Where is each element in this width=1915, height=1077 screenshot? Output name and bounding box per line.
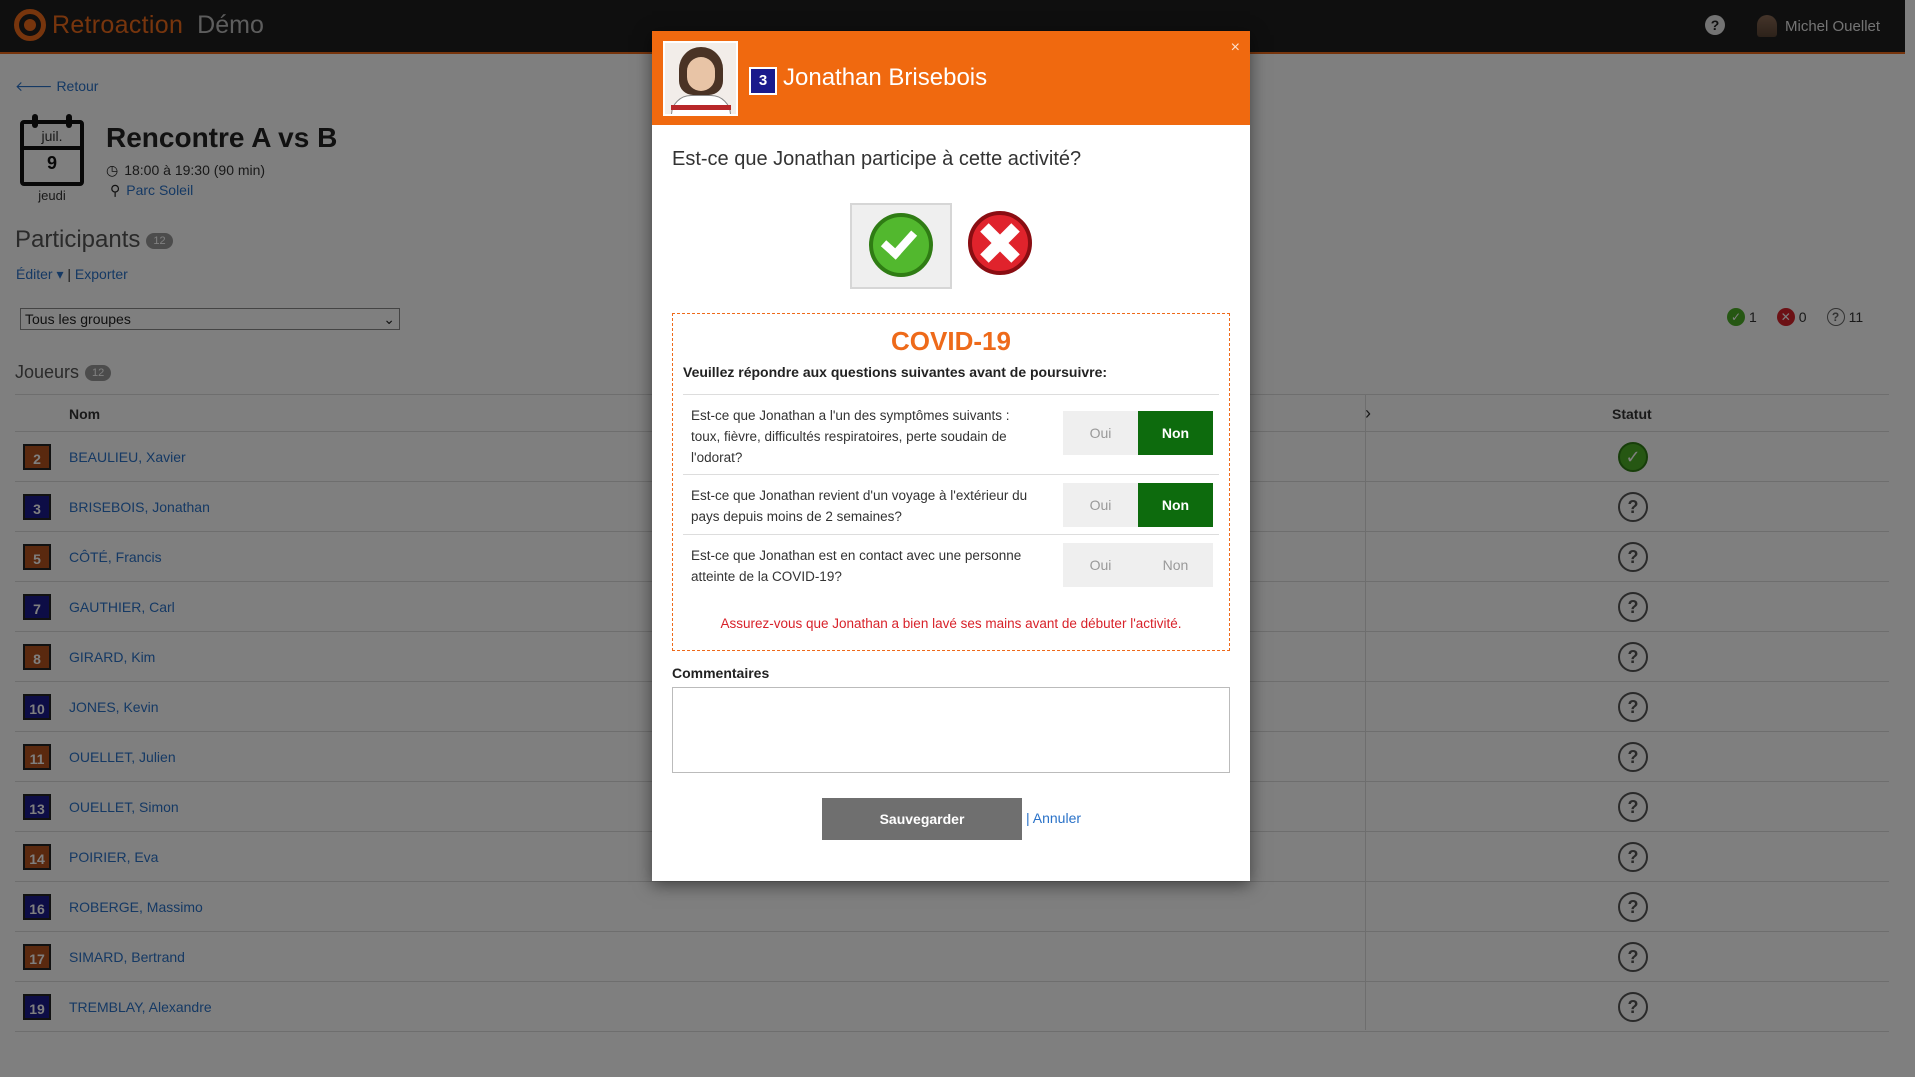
oui-button[interactable]: Oui (1063, 543, 1138, 587)
covid-question-row: Est-ce que Jonathan revient d'un voyage … (683, 474, 1219, 534)
comments-label: Commentaires (672, 665, 770, 681)
covid-question-text: Est-ce que Jonathan est en contact avec … (691, 548, 1022, 584)
photo-face (687, 57, 715, 91)
modal-header: 3 Jonathan Brisebois × (652, 31, 1250, 125)
save-button[interactable]: Sauvegarder (822, 798, 1022, 840)
covid-question-row: Est-ce que Jonathan a l'un des symptômes… (683, 394, 1219, 474)
photo-shirt-stripe (671, 105, 731, 110)
comments-field[interactable] (672, 687, 1230, 773)
yes-no-toggle: Oui Non (1063, 483, 1213, 527)
covid-title: COVID-19 (891, 326, 1011, 356)
covid-question-text: Est-ce que Jonathan a l'un des symptômes… (691, 408, 1010, 465)
non-button[interactable]: Non (1138, 483, 1213, 527)
yes-choice-button[interactable] (850, 203, 952, 289)
covid-question-list: Est-ce que Jonathan a l'un des symptômes… (683, 394, 1219, 594)
yes-no-toggle: Oui Non (1063, 411, 1213, 455)
handwash-warning: Assurez-vous que Jonathan a bien lavé se… (720, 616, 1182, 631)
covid-questionnaire: COVID-19 Veuillez répondre aux questions… (672, 313, 1230, 651)
attendance-modal: 3 Jonathan Brisebois × Est-ce que Jonath… (652, 31, 1250, 881)
checkmark-glyph (880, 222, 918, 260)
cancel-link-wrap: | Annuler (1026, 810, 1081, 826)
covid-question-text: Est-ce que Jonathan revient d'un voyage … (691, 488, 1028, 524)
oui-button[interactable]: Oui (1063, 483, 1138, 527)
check-circle-icon (869, 213, 933, 277)
covid-subtitle: Veuillez répondre aux questions suivante… (683, 364, 1108, 380)
player-name: Jonathan Brisebois (783, 64, 988, 91)
player-number-badge: 3 (749, 67, 777, 95)
cancel-separator: | (1026, 810, 1030, 826)
yes-no-toggle: Oui Non (1063, 543, 1213, 587)
close-icon[interactable]: × (1231, 39, 1240, 57)
player-photo (663, 41, 738, 116)
covid-question-row: Est-ce que Jonathan est en contact avec … (683, 534, 1219, 594)
non-button[interactable]: Non (1138, 411, 1213, 455)
oui-button[interactable]: Oui (1063, 411, 1138, 455)
non-button[interactable]: Non (1138, 543, 1213, 587)
cancel-link[interactable]: Annuler (1033, 810, 1081, 826)
participation-question: Est-ce que Jonathan participe à cette ac… (672, 148, 1082, 170)
no-choice-button[interactable] (968, 211, 1032, 275)
